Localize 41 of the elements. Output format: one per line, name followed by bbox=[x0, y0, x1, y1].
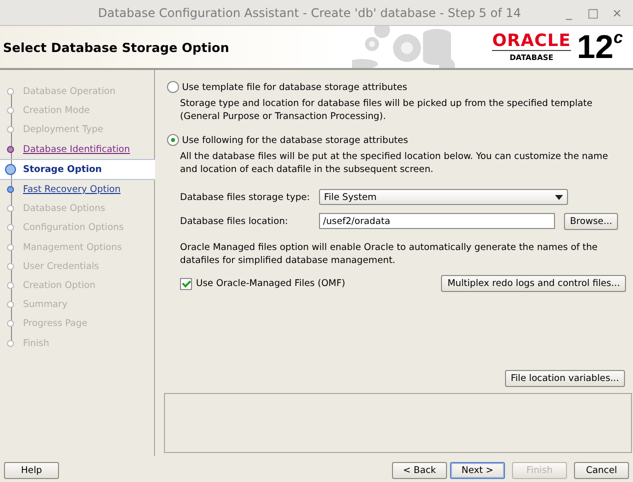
storage-type-dropdown[interactable]: File System bbox=[319, 189, 568, 205]
step-item: Finish bbox=[0, 333, 154, 353]
version-logo: 12$^{c}$ bbox=[576, 30, 623, 64]
multiplex-button[interactable]: Multiplex redo logs and control files... bbox=[441, 275, 626, 292]
radio-label: Use template file for database storage attributes bbox=[182, 82, 408, 92]
file-location-button[interactable]: File location variables... bbox=[504, 370, 625, 387]
step-item: Creation Option bbox=[0, 276, 154, 296]
option-description: All the database files will be put at the specified location below. You can customize the name and location of each datafile in the subsequent screen. bbox=[180, 151, 609, 176]
step-item[interactable]: Database Identification bbox=[0, 140, 154, 159]
step-item: Configuration Options bbox=[0, 218, 154, 238]
close-button[interactable]: × bbox=[607, 6, 627, 20]
step-item[interactable]: Fast Recovery Option bbox=[0, 180, 154, 200]
step-item: Creation Mode bbox=[0, 101, 154, 120]
help-button[interactable]: Help bbox=[4, 462, 59, 478]
omf-description: Oracle Managed files option will enable Oracle to automatically generate the names of the datafiles for simplified database management. bbox=[180, 242, 599, 267]
page-title: Select Database Storage Option bbox=[2, 40, 230, 54]
step-item: Storage Option bbox=[0, 158, 155, 180]
maximize-button[interactable]: □ bbox=[583, 6, 603, 20]
minimize-button[interactable]: _ bbox=[559, 6, 579, 20]
wizard-button[interactable]: < Back bbox=[392, 462, 447, 478]
step-item: Database Options bbox=[0, 199, 154, 218]
step-item: Progress Page bbox=[0, 314, 154, 334]
step-item: Summary bbox=[0, 295, 154, 314]
wizard-button[interactable]: Next > bbox=[450, 462, 505, 478]
checkbox-label: Use Oracle-Managed Files (OMF) bbox=[196, 278, 346, 289]
step-item: Deployment Type bbox=[0, 120, 154, 140]
checkbox[interactable] bbox=[180, 278, 192, 290]
radio-button[interactable] bbox=[167, 81, 179, 93]
window-title: Database Configuration Assistant - Create 'db' database - Step 5 of 14 bbox=[96, 6, 522, 20]
option-description: Storage type and location for database files will be picked up from the specified template (General Purpose or Transaction Processing). bbox=[180, 98, 594, 123]
logo-brand: ORACLE bbox=[492, 32, 571, 51]
wizard-button[interactable]: Cancel bbox=[574, 462, 629, 478]
field-label: Database files storage type: bbox=[180, 192, 311, 202]
field-label: Database files location: bbox=[180, 216, 290, 226]
step-item: User Credentials bbox=[0, 256, 154, 276]
step-item: Database Operation bbox=[0, 82, 154, 102]
radio-button[interactable] bbox=[167, 134, 179, 146]
radio-label: Use following for the database storage attributes bbox=[182, 134, 408, 146]
step-item: Management Options bbox=[0, 238, 154, 257]
browse-button[interactable]: Browse... bbox=[564, 212, 618, 230]
location-field[interactable]: /usef2/oradata bbox=[319, 213, 555, 229]
